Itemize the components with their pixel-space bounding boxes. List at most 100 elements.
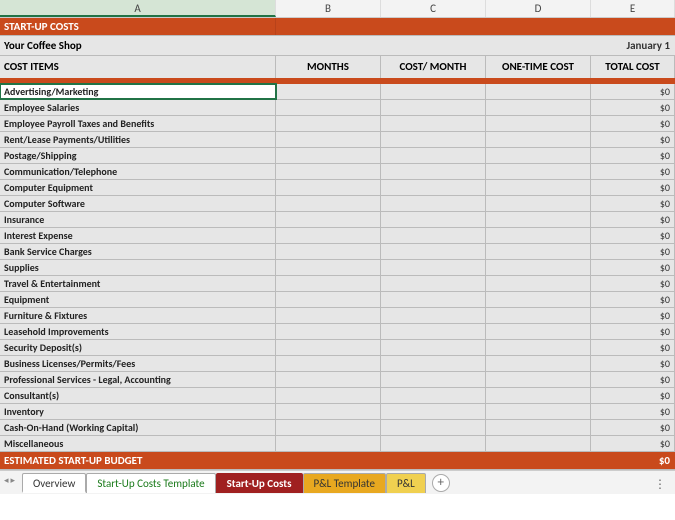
cell[interactable]: [381, 84, 486, 99]
cell[interactable]: [381, 180, 486, 195]
cost-item-label[interactable]: Leasehold Improvements: [0, 324, 276, 339]
cell[interactable]: [276, 420, 381, 435]
cost-item-label[interactable]: Rent/Lease Payments/Utilities: [0, 132, 276, 147]
cell[interactable]: [276, 324, 381, 339]
tab-pl[interactable]: P&L: [386, 473, 426, 493]
total-cost-cell[interactable]: $0: [591, 324, 675, 339]
cost-item-label[interactable]: Travel & Entertainment: [0, 276, 276, 291]
cost-item-label[interactable]: Professional Services - Legal, Accountin…: [0, 372, 276, 387]
cell[interactable]: [486, 276, 591, 291]
header-one-time[interactable]: ONE-TIME COST: [486, 56, 591, 78]
cell[interactable]: [276, 228, 381, 243]
cell[interactable]: [276, 276, 381, 291]
cell[interactable]: [381, 244, 486, 259]
cell[interactable]: [276, 436, 381, 451]
cell[interactable]: [276, 372, 381, 387]
total-cost-cell[interactable]: $0: [591, 404, 675, 419]
cost-item-label[interactable]: Communication/Telephone: [0, 164, 276, 179]
cell[interactable]: [486, 196, 591, 211]
total-cost-cell[interactable]: $0: [591, 132, 675, 147]
cell[interactable]: [486, 324, 591, 339]
total-cost-cell[interactable]: $0: [591, 164, 675, 179]
cell[interactable]: [381, 228, 486, 243]
cell[interactable]: [276, 164, 381, 179]
footer-label[interactable]: ESTIMATED START-UP BUDGET: [0, 452, 276, 469]
total-cost-cell[interactable]: $0: [591, 420, 675, 435]
col-header-b[interactable]: B: [276, 0, 381, 17]
cell[interactable]: [486, 244, 591, 259]
header-cost-month[interactable]: COST/ MONTH: [381, 56, 486, 78]
total-cost-cell[interactable]: $0: [591, 276, 675, 291]
cell[interactable]: [276, 116, 381, 131]
cell[interactable]: [381, 164, 486, 179]
cell[interactable]: [486, 180, 591, 195]
cell[interactable]: [381, 420, 486, 435]
cell[interactable]: [276, 148, 381, 163]
cell[interactable]: [276, 388, 381, 403]
total-cost-cell[interactable]: $0: [591, 84, 675, 99]
header-months[interactable]: MONTHS: [276, 56, 381, 78]
cell[interactable]: [486, 148, 591, 163]
cell[interactable]: [486, 164, 591, 179]
cell[interactable]: [486, 260, 591, 275]
cell[interactable]: [486, 292, 591, 307]
total-cost-cell[interactable]: $0: [591, 372, 675, 387]
cell[interactable]: [381, 100, 486, 115]
cell[interactable]: [276, 292, 381, 307]
cell[interactable]: [381, 292, 486, 307]
business-name-cell[interactable]: Your Coffee Shop: [0, 36, 276, 55]
total-cost-cell[interactable]: $0: [591, 356, 675, 371]
col-header-a[interactable]: A: [0, 0, 276, 17]
cost-item-label[interactable]: Postage/Shipping: [0, 148, 276, 163]
cell[interactable]: [276, 356, 381, 371]
cell[interactable]: [486, 84, 591, 99]
total-cost-cell[interactable]: $0: [591, 244, 675, 259]
total-cost-cell[interactable]: $0: [591, 308, 675, 323]
cell[interactable]: [276, 196, 381, 211]
cell[interactable]: [276, 84, 381, 99]
tab-startup-costs-template[interactable]: Start-Up Costs Template: [86, 473, 215, 493]
total-cost-cell[interactable]: $0: [591, 260, 675, 275]
tab-pl-template[interactable]: P&L Template: [303, 473, 386, 493]
cell[interactable]: [381, 276, 486, 291]
cell[interactable]: [276, 132, 381, 147]
cell[interactable]: [276, 308, 381, 323]
cell[interactable]: [486, 340, 591, 355]
total-cost-cell[interactable]: $0: [591, 100, 675, 115]
total-cost-cell[interactable]: $0: [591, 436, 675, 451]
col-header-d[interactable]: D: [486, 0, 591, 17]
total-cost-cell[interactable]: $0: [591, 228, 675, 243]
cell[interactable]: [381, 116, 486, 131]
cell[interactable]: [276, 212, 381, 227]
cost-item-label[interactable]: Equipment: [0, 292, 276, 307]
cell[interactable]: [381, 436, 486, 451]
cell[interactable]: [381, 260, 486, 275]
cost-item-label[interactable]: Consultant(s): [0, 388, 276, 403]
cost-item-label[interactable]: Computer Equipment: [0, 180, 276, 195]
cell[interactable]: [486, 308, 591, 323]
cost-item-label[interactable]: Employee Payroll Taxes and Benefits: [0, 116, 276, 131]
total-cost-cell[interactable]: $0: [591, 212, 675, 227]
tab-nav-arrows[interactable]: ◂ ▸: [4, 475, 15, 486]
cell[interactable]: [381, 356, 486, 371]
cell[interactable]: [486, 356, 591, 371]
cell[interactable]: [276, 100, 381, 115]
date-cell[interactable]: January 1: [591, 36, 675, 55]
total-cost-cell[interactable]: $0: [591, 148, 675, 163]
cell[interactable]: [276, 244, 381, 259]
cell[interactable]: [486, 372, 591, 387]
cell[interactable]: [486, 388, 591, 403]
cost-item-label[interactable]: Supplies: [0, 260, 276, 275]
cell[interactable]: [486, 228, 591, 243]
cell[interactable]: [486, 116, 591, 131]
footer-total[interactable]: $0: [591, 452, 675, 469]
cell[interactable]: [276, 260, 381, 275]
cost-item-label[interactable]: Bank Service Charges: [0, 244, 276, 259]
header-total[interactable]: TOTAL COST: [591, 56, 675, 78]
cell[interactable]: [381, 196, 486, 211]
cost-item-label[interactable]: Business Licenses/Permits/Fees: [0, 356, 276, 371]
cell[interactable]: [381, 340, 486, 355]
cell[interactable]: [381, 308, 486, 323]
cost-item-label[interactable]: Cash-On-Hand (Working Capital): [0, 420, 276, 435]
cell[interactable]: [486, 436, 591, 451]
